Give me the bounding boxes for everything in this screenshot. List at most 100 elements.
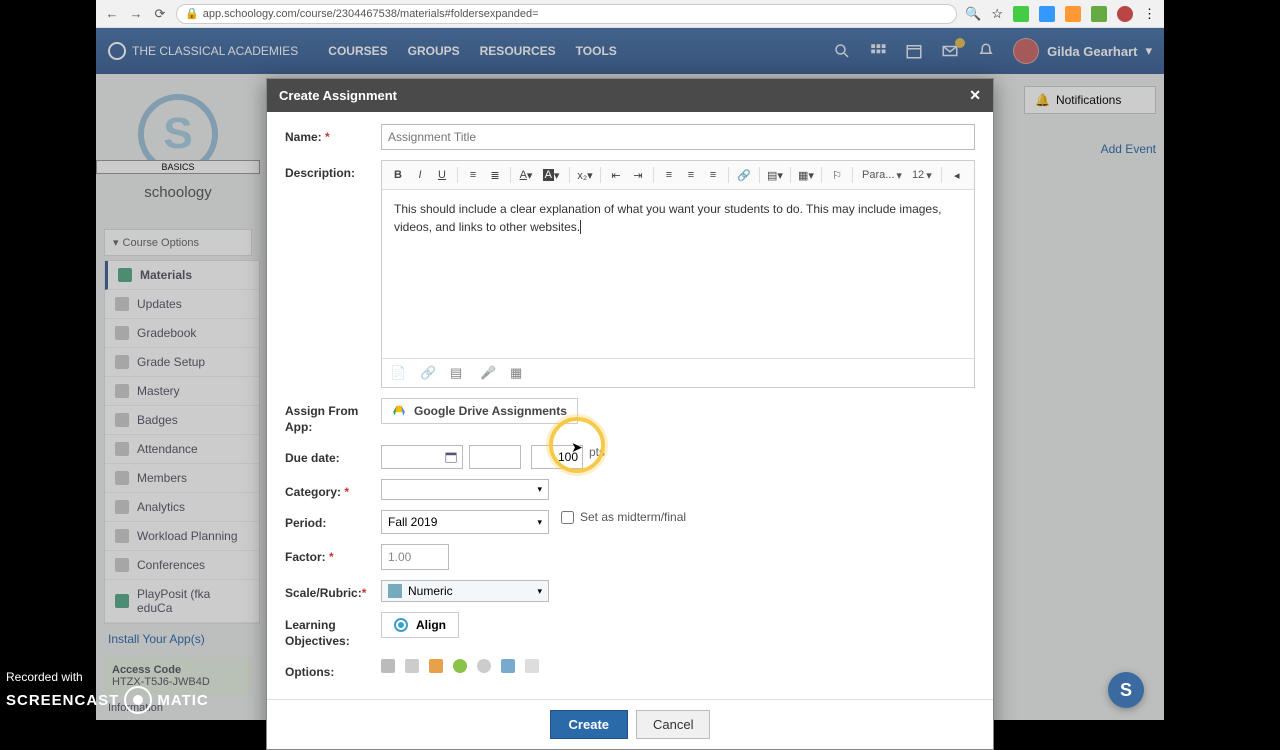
table-button[interactable]: ▦▾ <box>796 165 816 185</box>
cancel-button[interactable]: Cancel <box>636 710 710 739</box>
category-select[interactable]: ▾ <box>381 479 549 500</box>
options-row: Options: <box>285 659 975 679</box>
subscript-button[interactable]: x₂▾ <box>575 165 595 185</box>
ext-icon-3[interactable] <box>1065 6 1081 22</box>
modal-overlay: Create Assignment ✕ Name: * Description:… <box>96 28 1164 720</box>
bold-button[interactable]: B <box>388 165 408 185</box>
watermark-brand: SCREENCAST <box>6 692 119 709</box>
app-icon[interactable]: ▦ <box>510 365 526 381</box>
option-comments-icon[interactable] <box>501 659 515 673</box>
expand-button[interactable]: ◂ <box>947 165 967 185</box>
objectives-label: Learning Objectives: <box>285 612 381 649</box>
date-input[interactable] <box>381 445 463 469</box>
rubric-icon <box>388 584 402 598</box>
audio-icon[interactable]: 🎤 <box>480 365 496 381</box>
midterm-label: Set as midterm/final <box>580 510 686 524</box>
modal-footer: Create Cancel <box>267 699 993 749</box>
scale-label: Scale/Rubric:* <box>285 580 381 600</box>
floating-help-button[interactable]: S <box>1108 672 1144 708</box>
watermark-brand2: MATIC <box>157 692 208 709</box>
factor-row: Factor: * <box>285 544 975 570</box>
option-individual-icon[interactable] <box>381 659 395 673</box>
forward-button[interactable]: → <box>128 6 144 22</box>
editor-toolbar: B I U ≡ ≣ A▾ A▾ x₂▾ <box>382 161 974 190</box>
create-button[interactable]: Create <box>550 710 628 739</box>
gdrive-label: Google Drive Assignments <box>414 404 567 418</box>
option-copy-icon[interactable] <box>525 659 539 673</box>
watermark-logo: SCREENCAST MATIC <box>6 684 216 716</box>
description-text: This should include a clear explanation … <box>394 202 941 234</box>
browser-toolbar: ← → ⟳ 🔒 app.schoology.com/course/2304467… <box>96 0 1164 28</box>
period-row: Period: Fall 2019▾ Set as midterm/final <box>285 510 975 534</box>
bullet-list-button[interactable]: ≡ <box>463 165 483 185</box>
align-right-button[interactable]: ≡ <box>703 165 723 185</box>
name-input[interactable] <box>381 124 975 150</box>
zoom-icon[interactable]: 🔍 <box>965 6 981 22</box>
assign-from-app-row: Assign From App: Google Drive Assignment… <box>285 398 975 435</box>
google-drive-button[interactable]: Google Drive Assignments <box>381 398 578 424</box>
back-button[interactable]: ← <box>104 6 120 22</box>
star-icon[interactable]: ☆ <box>991 6 1003 22</box>
attachment-bar: 📄 🔗 ▤ 🎤 ▦ <box>382 358 974 387</box>
option-submissions-icon[interactable] <box>429 659 443 673</box>
paragraph-select[interactable]: Para... ▾ <box>858 169 906 182</box>
factor-label: Factor: * <box>285 544 381 564</box>
target-icon <box>394 618 408 632</box>
ext-icon-1[interactable] <box>1013 6 1029 22</box>
link-button[interactable]: 🔗 <box>734 165 754 185</box>
drive-icon <box>392 404 406 418</box>
browser-window: ← → ⟳ 🔒 app.schoology.com/course/2304467… <box>96 0 1164 720</box>
url-bar[interactable]: 🔒 app.schoology.com/course/2304467538/ma… <box>176 4 957 24</box>
create-assignment-modal: Create Assignment ✕ Name: * Description:… <box>266 78 994 750</box>
scale-row: Scale/Rubric:* Numeric ▾ <box>285 580 975 602</box>
underline-button[interactable]: U <box>432 165 452 185</box>
highlight-button[interactable]: A▾ <box>538 165 564 185</box>
resource-icon[interactable]: ▤ <box>450 365 466 381</box>
align-label: Align <box>416 618 446 632</box>
modal-body: Name: * Description: B I U ≡ <box>267 112 993 699</box>
link-attach-icon[interactable]: 🔗 <box>420 365 436 381</box>
align-left-button[interactable]: ≡ <box>659 165 679 185</box>
text-color-button[interactable]: A▾ <box>516 165 536 185</box>
midterm-checkbox[interactable] <box>561 511 574 524</box>
menu-icon[interactable]: ⋮ <box>1143 6 1156 22</box>
align-center-button[interactable]: ≡ <box>681 165 701 185</box>
outdent-button[interactable]: ⇤ <box>606 165 626 185</box>
description-label: Description: <box>285 160 381 180</box>
ext-icon-2[interactable] <box>1039 6 1055 22</box>
reload-button[interactable]: ⟳ <box>152 6 168 22</box>
midterm-checkbox-row: Set as midterm/final <box>561 510 686 524</box>
lock-icon: 🔒 <box>185 7 199 20</box>
period-select[interactable]: Fall 2019▾ <box>381 510 549 534</box>
indent-button[interactable]: ⇥ <box>628 165 648 185</box>
points-label: pts <box>589 445 605 459</box>
insert-button[interactable]: ▤▾ <box>765 165 785 185</box>
extension-icons: 🔍 ☆ ⋮ <box>965 6 1156 22</box>
description-row: Description: B I U ≡ ≣ A▾ <box>285 160 975 388</box>
scale-value: Numeric <box>408 584 453 598</box>
close-icon[interactable]: ✕ <box>969 87 981 104</box>
align-button[interactable]: Align <box>381 612 459 638</box>
options-icons <box>381 659 539 673</box>
option-lock-icon[interactable] <box>405 659 419 673</box>
due-date-row: Due date: pts <box>285 445 975 469</box>
ext-icon-4[interactable] <box>1091 6 1107 22</box>
period-value: Fall 2019 <box>388 515 437 529</box>
time-input[interactable] <box>469 445 521 469</box>
points-input[interactable] <box>531 445 583 469</box>
option-published-icon[interactable] <box>453 659 467 673</box>
option-grade-stats-icon[interactable] <box>477 659 491 673</box>
name-row: Name: * <box>285 124 975 150</box>
font-size-select[interactable]: 12 ▾ <box>908 169 936 182</box>
options-label: Options: <box>285 659 381 679</box>
number-list-button[interactable]: ≣ <box>485 165 505 185</box>
file-icon[interactable]: 📄 <box>390 365 406 381</box>
objectives-row: Learning Objectives: Align <box>285 612 975 649</box>
scale-select[interactable]: Numeric ▾ <box>381 580 549 602</box>
url-text: app.schoology.com/course/2304467538/mate… <box>203 8 539 20</box>
profile-icon[interactable] <box>1117 6 1133 22</box>
editor-content[interactable]: This should include a clear explanation … <box>382 190 974 358</box>
italic-button[interactable]: I <box>410 165 430 185</box>
clear-format-button[interactable]: ⚐ <box>827 165 847 185</box>
factor-input[interactable] <box>381 544 449 570</box>
